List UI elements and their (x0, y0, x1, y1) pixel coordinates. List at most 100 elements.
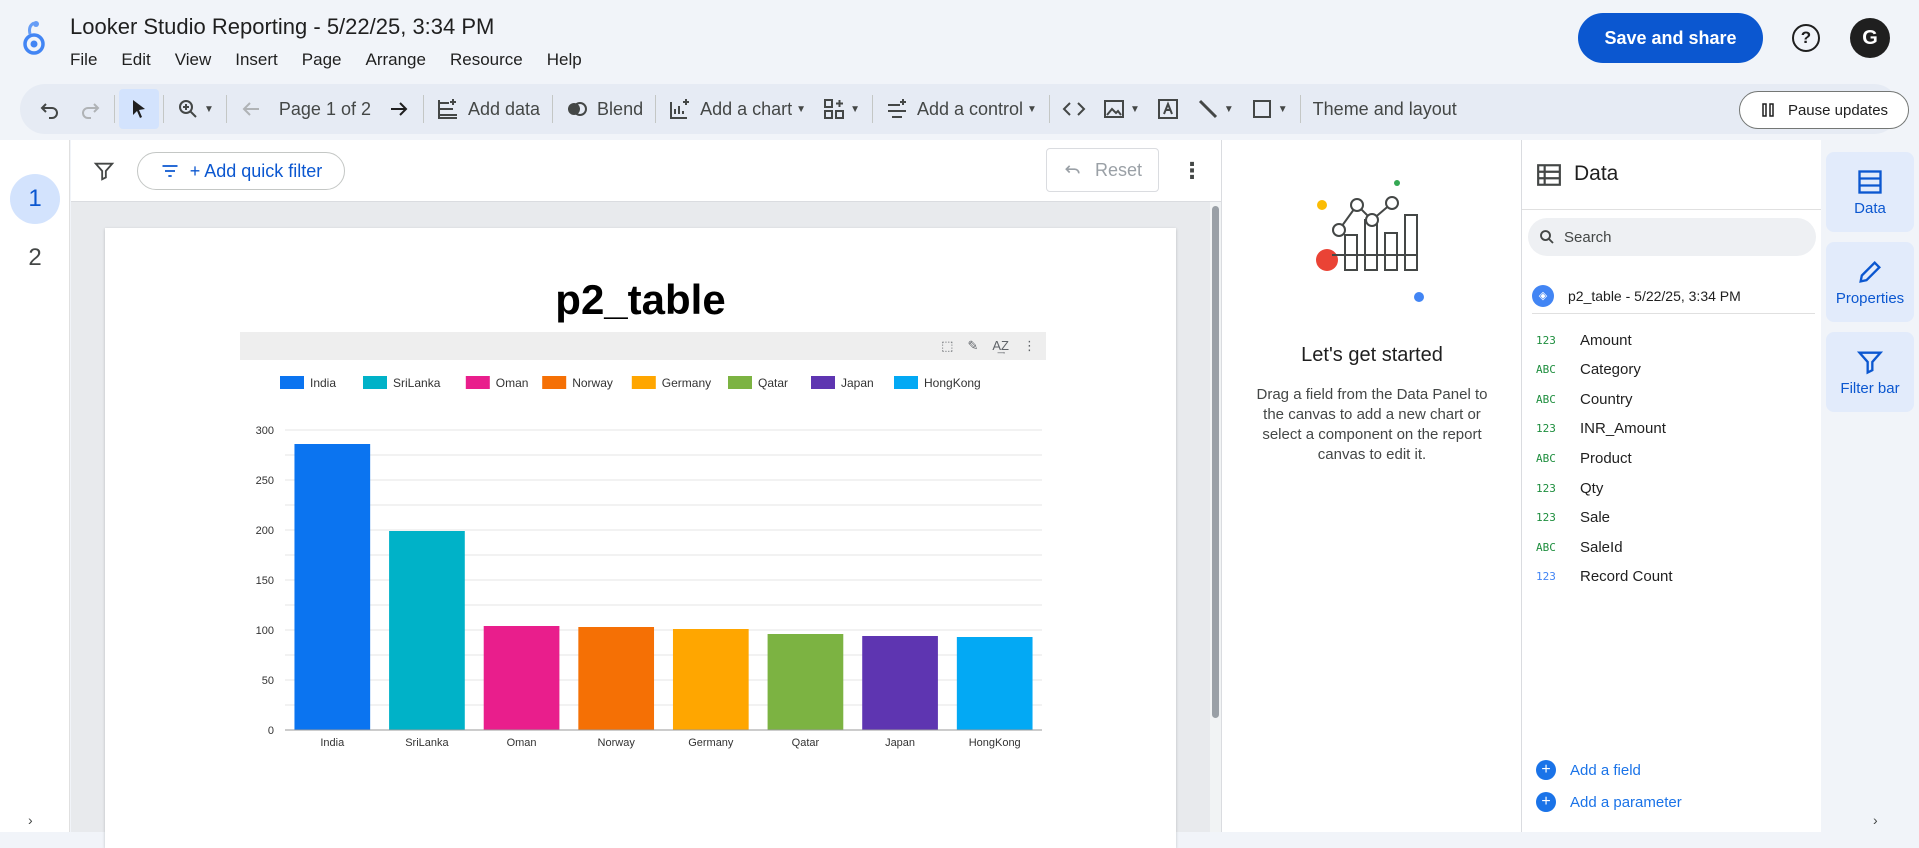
x-tick-label: SriLanka (405, 737, 449, 749)
chart-more-icon[interactable]: ⋮ (1023, 338, 1036, 354)
chevron-right-icon[interactable]: › (1873, 812, 1878, 828)
code-icon (1062, 102, 1086, 116)
shape-button[interactable]: ▼ (1242, 89, 1296, 129)
data-field-item[interactable]: 123 Amount (1536, 326, 1632, 354)
community-visualizations-button[interactable]: ▼ (814, 89, 868, 129)
embed-code-button[interactable] (1054, 89, 1094, 129)
add-control-button[interactable]: Add a control ▼ (877, 89, 1045, 129)
filter-icon (1856, 351, 1884, 374)
data-source-item[interactable]: ◈ p2_table - 5/22/25, 3:34 PM (1532, 278, 1815, 314)
side-tabs: Data Properties Filter bar › (1821, 140, 1919, 832)
number-type-icon: 123 (1536, 570, 1556, 584)
report-title[interactable]: Looker Studio Reporting - 5/22/25, 3:34 … (70, 14, 494, 40)
redo-button[interactable] (70, 89, 110, 129)
menu-view[interactable]: View (175, 50, 212, 70)
legend-label: Germany (662, 376, 711, 390)
add-quick-filter-label: + Add quick filter (189, 160, 323, 181)
filter-icon[interactable] (93, 160, 115, 182)
data-field-label: Product (1580, 449, 1632, 467)
canvas-scrollbar[interactable] (1210, 202, 1221, 832)
select-chart-icon[interactable]: ⬚ (941, 338, 953, 354)
chevron-down-icon: ▼ (796, 103, 807, 115)
data-field-item[interactable]: ABC Country (1536, 385, 1633, 413)
menu-help[interactable]: Help (547, 50, 582, 70)
legend-label: Oman (496, 376, 529, 390)
search-input[interactable]: Search (1528, 218, 1816, 256)
legend-label: SriLanka (393, 376, 441, 390)
add-quick-filter-button[interactable]: + Add quick filter (137, 152, 345, 190)
add-parameter-label: Add a parameter (1570, 793, 1682, 811)
tab-properties[interactable]: Properties (1826, 242, 1914, 322)
previous-page-button[interactable] (231, 89, 271, 129)
toolbar-divider (163, 95, 164, 123)
page-title[interactable]: p2_table (105, 276, 1176, 324)
y-tick-label: 300 (256, 425, 274, 437)
page-tab-1[interactable]: 1 (10, 174, 60, 224)
bar-germany (672, 629, 749, 730)
menu-resource[interactable]: Resource (450, 50, 523, 70)
edit-pencil-icon[interactable]: ✎ (967, 338, 978, 354)
next-page-button[interactable] (379, 89, 419, 129)
add-chart-button[interactable]: Add a chart ▼ (660, 89, 814, 129)
data-field-item[interactable]: 123 INR_Amount (1536, 415, 1666, 443)
pause-updates-button[interactable]: Pause updates (1739, 91, 1909, 129)
data-field-item[interactable]: 123 Record Count (1536, 563, 1673, 591)
select-tool-button[interactable] (119, 89, 159, 129)
menu-edit[interactable]: Edit (121, 50, 150, 70)
menu-insert[interactable]: Insert (235, 50, 278, 70)
add-chart-icon (670, 99, 690, 119)
pause-updates-label: Pause updates (1787, 101, 1889, 119)
reset-button[interactable]: Reset (1046, 148, 1159, 192)
image-button[interactable]: ▼ (1094, 89, 1148, 129)
data-field-item[interactable]: 123 Qty (1536, 474, 1603, 502)
text-type-icon: ABC (1536, 451, 1556, 465)
help-icon[interactable]: ? (1792, 24, 1820, 52)
save-and-share-button[interactable]: Save and share (1578, 13, 1763, 63)
reset-label: Reset (1094, 159, 1143, 180)
menu-arrange[interactable]: Arrange (365, 50, 425, 70)
more-options-icon[interactable]: ⋮ (1181, 158, 1203, 184)
avatar[interactable]: G (1850, 18, 1890, 58)
toolbar-divider (655, 95, 657, 123)
x-tick-label: Oman (507, 737, 537, 749)
menu-bar: File Edit View Insert Page Arrange Resou… (70, 50, 606, 70)
legend-swatch (631, 376, 656, 389)
tab-filter-bar[interactable]: Filter bar (1826, 332, 1914, 412)
legend-swatch (280, 376, 304, 389)
theme-and-layout-button[interactable]: Theme and layout (1305, 89, 1465, 129)
data-field-item[interactable]: ABC Product (1536, 444, 1632, 472)
toolbar-divider (114, 95, 115, 123)
scrollbar-thumb[interactable] (1212, 206, 1219, 718)
toolbar-divider (552, 95, 554, 123)
tab-data[interactable]: Data (1826, 152, 1914, 232)
chevron-down-icon: ▼ (1027, 103, 1037, 115)
undo-button[interactable] (30, 89, 70, 129)
pause-icon (1762, 103, 1774, 117)
legend-label: India (310, 376, 336, 390)
menu-page[interactable]: Page (302, 50, 342, 70)
data-field-label: Sale (1580, 509, 1611, 527)
chevron-down-icon: ▼ (204, 103, 214, 115)
looker-studio-logo-icon[interactable] (20, 20, 50, 56)
toolbar: ▼ Page 1 of 2 Add data Blend Add a chart… (20, 84, 1909, 134)
data-field-item[interactable]: ABC Category (1536, 356, 1641, 384)
data-field-item[interactable]: 123 Sale (1536, 504, 1610, 532)
add-data-button[interactable]: Add data (428, 89, 548, 129)
zoom-button[interactable]: ▼ (168, 89, 222, 129)
data-field-item[interactable]: ABC SaleId (1536, 533, 1623, 561)
legend-label: HongKong (924, 376, 981, 390)
text-box-button[interactable] (1148, 89, 1188, 129)
add-field-button[interactable]: + Add a field (1536, 760, 1641, 780)
blend-button[interactable]: Blend (557, 89, 651, 129)
y-tick-label: 100 (256, 625, 274, 637)
legend-swatch (363, 376, 387, 389)
sort-az-icon[interactable]: A͢Z (992, 338, 1009, 354)
menu-file[interactable]: File (70, 50, 97, 70)
arrow-left-icon (242, 102, 259, 116)
bar-chart[interactable]: 0 50 100 150 200 250 300 India SriLanka Oman Norwa… (240, 360, 1046, 760)
filter-bar: + Add quick filter Reset ⋮ (71, 140, 1221, 202)
add-parameter-button[interactable]: + Add a parameter (1536, 792, 1682, 812)
page-tab-2[interactable]: 2 (10, 233, 60, 283)
chevron-right-icon[interactable]: › (28, 812, 33, 828)
line-button[interactable]: ▼ (1188, 89, 1242, 129)
